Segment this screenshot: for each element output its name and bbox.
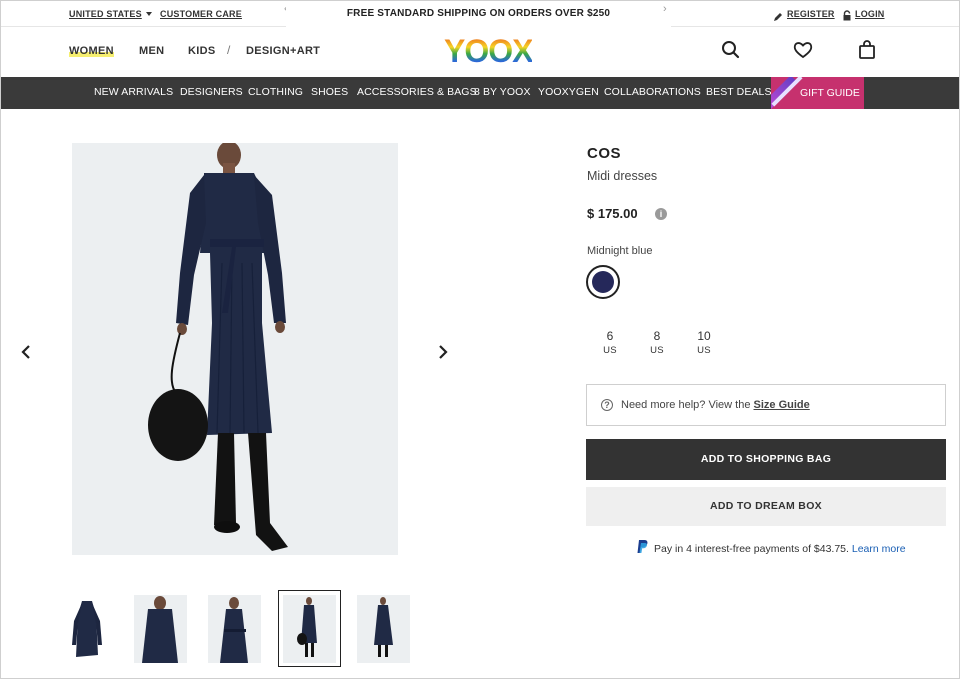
size-guide-link[interactable]: Size Guide <box>754 399 810 411</box>
yoox-logo[interactable]: YOOX <box>444 33 533 70</box>
size-unit: US <box>697 345 711 356</box>
size-unit: US <box>603 345 617 356</box>
shopping-bag-icon[interactable] <box>856 39 878 61</box>
nav-designers[interactable]: DESIGNERS <box>180 86 243 98</box>
thumbnail-5[interactable] <box>357 595 410 663</box>
product-brand[interactable]: COS <box>587 145 621 162</box>
paypal-text: Pay in 4 interest-free payments of $43.7… <box>654 543 849 555</box>
thumbnail-4[interactable] <box>283 595 336 663</box>
product-category[interactable]: Midi dresses <box>587 169 657 183</box>
register-link[interactable]: REGISTER <box>787 9 835 19</box>
search-icon[interactable] <box>720 39 742 61</box>
country-selector[interactable]: UNITED STATES <box>69 9 152 19</box>
nav-gift-guide[interactable]: GIFT GUIDE <box>771 77 864 109</box>
nav-best-deals[interactable]: BEST DEALS <box>706 86 772 98</box>
promo-next-icon[interactable]: › <box>663 3 667 15</box>
question-icon: ? <box>601 399 613 411</box>
top-bar: UNITED STATES CUSTOMER CARE ‹ FREE STAND… <box>1 1 959 27</box>
heart-icon[interactable] <box>792 39 814 61</box>
paypal-learn-more-link[interactable]: Learn more <box>852 543 906 555</box>
nav-accessories-bags[interactable]: ACCESSORIES & BAGS <box>357 86 477 98</box>
help-prefix: Need more help? View the <box>621 399 754 411</box>
info-icon[interactable]: i <box>655 208 667 220</box>
size-number: 6 <box>606 329 614 343</box>
size-option-10[interactable]: 10 US <box>689 329 719 356</box>
paypal-message: Pay in 4 interest-free payments of $43.7… <box>654 543 906 555</box>
color-label: Midnight blue <box>587 245 653 257</box>
nav-8-by-yoox[interactable]: 8 BY YOOX <box>474 86 531 98</box>
size-option-6[interactable]: 6 US <box>595 329 625 356</box>
thumbnail-3[interactable] <box>208 595 261 663</box>
main-nav: NEW ARRIVALS DESIGNERS CLOTHING SHOES AC… <box>1 77 959 109</box>
size-number: 10 <box>697 329 711 343</box>
promo-banner: FREE STANDARD SHIPPING ON ORDERS OVER $2… <box>286 1 671 27</box>
nav-yooxygen[interactable]: YOOXYGEN <box>538 86 599 98</box>
nav-new-arrivals[interactable]: NEW ARRIVALS <box>94 86 173 98</box>
paypal-icon <box>637 539 649 554</box>
login-link[interactable]: LOGIN <box>855 9 885 19</box>
add-to-bag-button[interactable]: ADD TO SHOPPING BAG <box>586 439 946 480</box>
pencil-icon <box>773 9 783 21</box>
thumbnail-2[interactable] <box>134 595 187 663</box>
gender-men[interactable]: MEN <box>139 45 164 57</box>
size-number: 8 <box>653 329 661 343</box>
design-art-link[interactable]: DESIGN+ART <box>246 45 320 57</box>
gallery-next-icon[interactable] <box>438 344 448 365</box>
lock-icon <box>842 8 852 21</box>
gender-kids[interactable]: KIDS <box>188 45 215 57</box>
product-main-image[interactable] <box>72 143 398 555</box>
gender-women[interactable]: WOMEN <box>69 45 114 57</box>
size-help-box: ? Need more help? View the Size Guide <box>586 384 946 426</box>
thumbnail-1[interactable] <box>60 595 113 663</box>
nav-shoes[interactable]: SHOES <box>311 86 348 98</box>
color-swatch-midnight-blue[interactable] <box>586 265 620 299</box>
country-label: UNITED STATES <box>69 9 142 19</box>
product-price: $ 175.00 <box>587 206 638 221</box>
gift-guide-label: GIFT GUIDE <box>800 87 860 99</box>
size-help-text: Need more help? View the Size Guide <box>621 399 810 411</box>
nav-clothing[interactable]: CLOTHING <box>248 86 303 98</box>
color-swatch-fill <box>592 271 614 293</box>
size-option-8[interactable]: 8 US <box>642 329 672 356</box>
caret-down-icon <box>145 12 152 16</box>
add-to-dream-box-button[interactable]: ADD TO DREAM BOX <box>586 487 946 526</box>
header-separator: / <box>227 43 231 57</box>
size-unit: US <box>650 345 664 356</box>
nav-collaborations[interactable]: COLLABORATIONS <box>604 86 701 98</box>
customer-care-link[interactable]: CUSTOMER CARE <box>160 9 242 19</box>
gallery-prev-icon[interactable] <box>21 344 31 365</box>
